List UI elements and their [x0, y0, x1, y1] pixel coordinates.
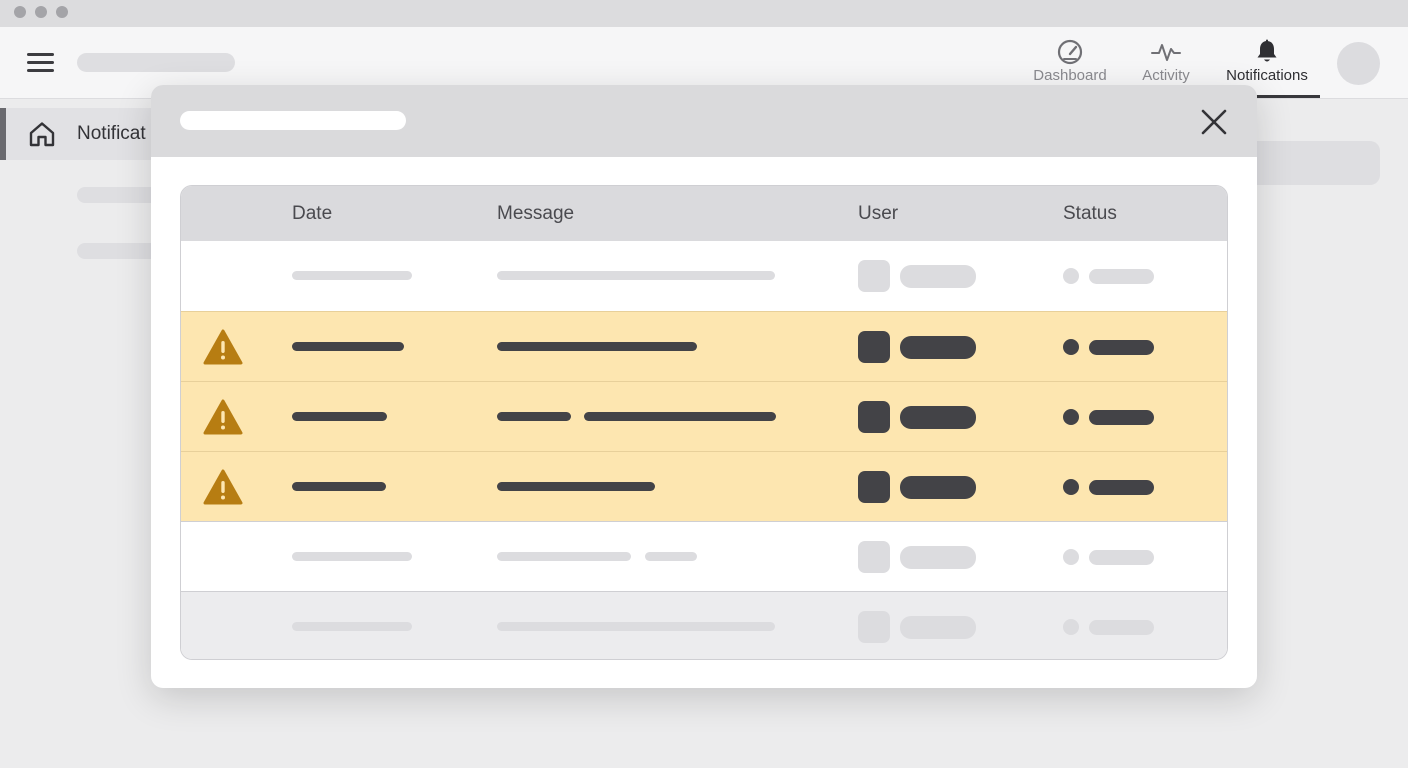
message-placeholder [497, 271, 775, 280]
status-placeholder [1089, 410, 1154, 425]
window-minimize-dot[interactable] [35, 6, 47, 18]
avatar[interactable] [1337, 42, 1380, 85]
user-avatar-placeholder [858, 471, 890, 503]
table-row[interactable] [181, 521, 1227, 592]
table-row-warning[interactable] [181, 451, 1227, 522]
gauge-icon [1057, 39, 1083, 65]
warning-icon [203, 329, 243, 365]
user-avatar-placeholder [858, 401, 890, 433]
sidebar-item-label: Notificat [77, 123, 146, 144]
user-name-placeholder [900, 336, 976, 359]
date-placeholder [292, 271, 412, 280]
column-header-date[interactable]: Date [292, 203, 332, 225]
modal-title-placeholder [180, 111, 406, 130]
table-row-warning[interactable] [181, 381, 1227, 452]
notifications-modal: Date Message User Status [151, 85, 1257, 688]
sidebar-item-placeholder [77, 187, 162, 203]
window-close-dot[interactable] [14, 6, 26, 18]
close-icon[interactable] [1197, 105, 1231, 139]
home-icon [29, 122, 55, 147]
window-maximize-dot[interactable] [56, 6, 68, 18]
date-placeholder [292, 482, 386, 491]
user-name-placeholder [900, 476, 976, 499]
message-placeholder [497, 482, 655, 491]
window-titlebar [0, 0, 1408, 27]
nav-dashboard-label: Dashboard [1033, 67, 1107, 84]
warning-icon [203, 399, 243, 435]
date-placeholder [292, 552, 412, 561]
message-placeholder [645, 552, 697, 561]
menu-icon[interactable] [27, 53, 54, 73]
status-dot [1063, 268, 1079, 284]
status-dot [1063, 549, 1079, 565]
warning-icon [203, 469, 243, 505]
status-dot [1063, 409, 1079, 425]
activity-pulse-icon [1151, 44, 1181, 61]
modal-header [151, 85, 1257, 157]
user-name-placeholder [900, 616, 976, 639]
user-avatar-placeholder [858, 611, 890, 643]
user-avatar-placeholder [858, 541, 890, 573]
column-header-user[interactable]: User [858, 203, 898, 225]
app-title-placeholder [77, 53, 235, 72]
column-header-message[interactable]: Message [497, 203, 574, 225]
user-avatar-placeholder [858, 260, 890, 292]
message-placeholder [497, 342, 697, 351]
date-placeholder [292, 412, 387, 421]
user-name-placeholder [900, 406, 976, 429]
nav-notifications-label: Notifications [1226, 67, 1308, 84]
message-placeholder [497, 552, 631, 561]
status-placeholder [1089, 340, 1154, 355]
message-placeholder [497, 622, 775, 631]
background-content-placeholder [1240, 141, 1380, 185]
message-placeholder [497, 412, 571, 421]
status-dot [1063, 339, 1079, 355]
table-row[interactable] [181, 241, 1227, 312]
status-placeholder [1089, 269, 1154, 284]
status-dot [1063, 479, 1079, 495]
status-placeholder [1089, 550, 1154, 565]
bell-icon [1257, 39, 1277, 62]
sidebar-item-placeholder [77, 243, 162, 259]
table-header: Date Message User Status [181, 186, 1227, 241]
user-name-placeholder [900, 265, 976, 288]
user-avatar-placeholder [858, 331, 890, 363]
nav-activity-label: Activity [1142, 67, 1190, 84]
status-placeholder [1089, 620, 1154, 635]
status-dot [1063, 619, 1079, 635]
notifications-table: Date Message User Status [180, 185, 1228, 660]
user-name-placeholder [900, 546, 976, 569]
table-row-warning[interactable] [181, 311, 1227, 382]
status-placeholder [1089, 480, 1154, 495]
date-placeholder [292, 342, 404, 351]
table-row[interactable] [181, 591, 1227, 659]
message-placeholder [584, 412, 776, 421]
column-header-status[interactable]: Status [1063, 203, 1117, 225]
date-placeholder [292, 622, 412, 631]
